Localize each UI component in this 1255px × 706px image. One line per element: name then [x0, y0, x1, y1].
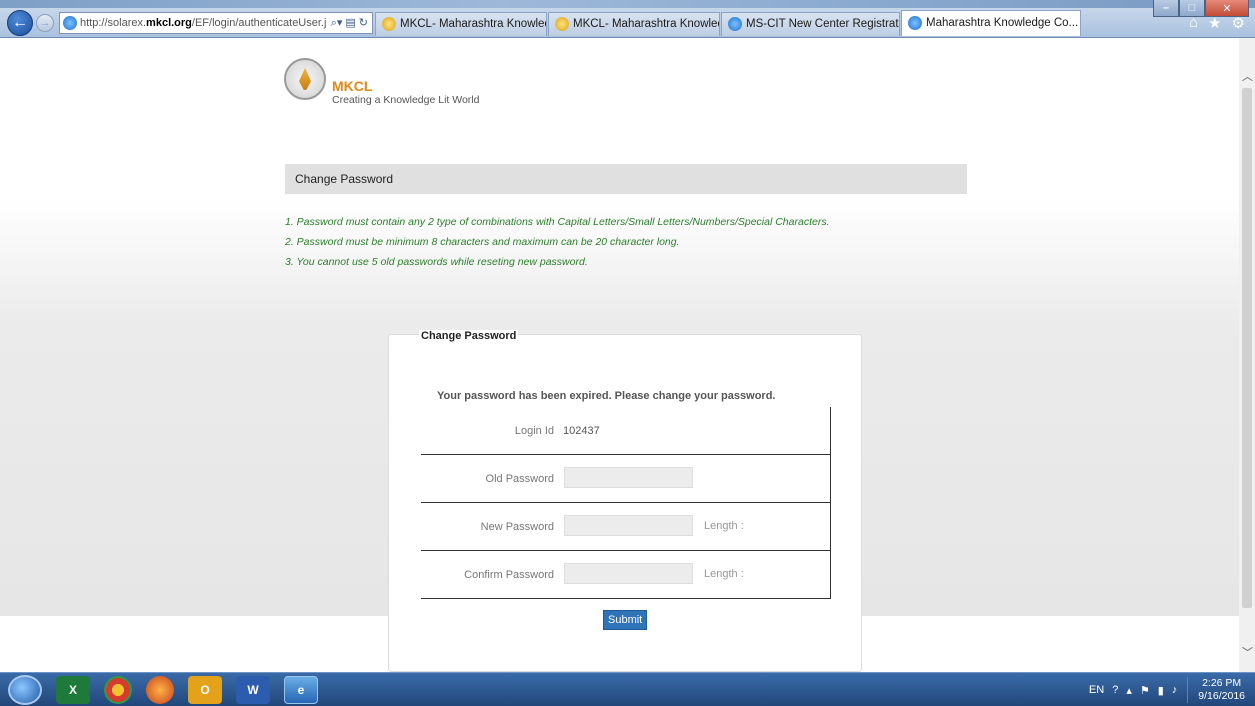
submit-button[interactable]: Submit	[603, 610, 648, 630]
compatibility-icon[interactable]: ▤	[345, 16, 355, 30]
change-password-panel: Change Password Your password has been e…	[388, 330, 862, 672]
search-icon[interactable]: ⌕▾	[331, 16, 343, 30]
new-password-label: New Password	[480, 521, 554, 533]
tab-mkcl-1[interactable]: MKCL- Maharashtra Knowledg...	[375, 11, 547, 36]
system-tray: EN ? ▴ ⚑ ▮ ♪ 2:26 PM 9/16/2016	[1089, 673, 1255, 706]
section-title: Change Password	[295, 172, 394, 186]
start-button[interactable]	[8, 674, 42, 705]
login-id-label: Login Id	[514, 425, 554, 437]
tab-mscit-registration[interactable]: MS-CIT New Center Registration	[721, 11, 900, 36]
old-password-input[interactable]	[564, 467, 693, 488]
back-arrow-icon: ←	[12, 13, 28, 31]
ie-icon	[728, 17, 742, 31]
minimize-button[interactable]: –	[1153, 0, 1179, 17]
rule-item: 2. Password must be minimum 8 characters…	[285, 236, 680, 248]
page-viewport: MKCL Creating a Knowledge Lit World Chan…	[0, 38, 1239, 672]
ie-icon	[908, 16, 922, 30]
tab-strip: MKCL- Maharashtra Knowledg... MKCL- Maha…	[375, 9, 1082, 36]
forward-arrow-icon: →	[39, 16, 51, 29]
scroll-thumb[interactable]	[1242, 88, 1252, 608]
rule-item: 1. Password must contain any 2 type of c…	[285, 216, 830, 228]
rule-item: 3. You cannot use 5 old passwords while …	[285, 256, 588, 268]
volume-icon[interactable]: ♪	[1172, 684, 1178, 697]
internet-explorer-icon[interactable]: e	[284, 675, 318, 704]
mkcl-logo-icon	[284, 58, 326, 100]
url-text: http://solarex.mkcl.org/EF/login/authent…	[80, 16, 327, 29]
old-password-label: Old Password	[485, 473, 554, 485]
new-password-length: Length :	[704, 520, 744, 532]
mkcl-icon	[382, 17, 396, 31]
password-form: Login Id 102437 Old Password New Passwor…	[421, 407, 831, 599]
vertical-scrollbar[interactable]: ︿ ﹀	[1239, 38, 1255, 672]
word-icon[interactable]: W	[236, 675, 270, 704]
firefox-icon[interactable]	[146, 675, 174, 704]
tab-mkcl-2[interactable]: MKCL- Maharashtra Knowledg...	[548, 11, 720, 36]
back-button[interactable]: ←	[7, 9, 33, 36]
outlook-icon[interactable]: O	[188, 675, 222, 704]
logo-subtitle: Creating a Knowledge Lit World	[332, 94, 480, 106]
browser-toolbar: ← → http://solarex.mkcl.org/EF/login/aut…	[0, 8, 1255, 38]
scroll-down-icon[interactable]: ﹀	[1242, 644, 1253, 660]
flag-icon[interactable]: ⚑	[1140, 684, 1150, 697]
mkcl-icon	[555, 17, 569, 31]
windows-taskbar: X O W e EN ? ▴ ⚑ ▮ ♪ 2:26 PM 9/16/2016	[0, 672, 1255, 706]
forward-button[interactable]: →	[36, 13, 54, 32]
close-window-button[interactable]: ✕	[1205, 0, 1249, 17]
password-rules-list: 1. Password must contain any 2 type of c…	[285, 216, 830, 276]
network-signal-icon[interactable]: ▮	[1158, 684, 1164, 697]
new-password-input[interactable]	[564, 515, 693, 536]
confirm-password-input[interactable]	[564, 563, 693, 584]
tab-maharashtra-knowledge[interactable]: Maharashtra Knowledge Co...✕	[901, 9, 1081, 36]
chrome-icon[interactable]	[104, 675, 132, 704]
logo-title: MKCL	[332, 78, 373, 94]
expired-message: Your password has been expired. Please c…	[437, 390, 776, 402]
show-hidden-icons[interactable]: ▴	[1126, 684, 1132, 697]
confirm-password-label: Confirm Password	[464, 569, 554, 581]
refresh-icon[interactable]: ↻	[359, 16, 368, 30]
new-password-row: New Password Length :	[421, 503, 830, 551]
confirm-password-row: Confirm Password Length :	[421, 551, 830, 599]
clock[interactable]: 2:26 PM 9/16/2016	[1187, 677, 1255, 703]
help-icon[interactable]: ?	[1112, 684, 1118, 697]
login-id-value: 102437	[563, 425, 600, 437]
panel-legend: Change Password	[419, 330, 519, 342]
scroll-up-icon[interactable]: ︿	[1242, 68, 1253, 84]
confirm-password-length: Length :	[704, 568, 744, 580]
old-password-row: Old Password	[421, 455, 830, 503]
maximize-button[interactable]: □	[1179, 0, 1205, 17]
login-id-row: Login Id 102437	[421, 407, 830, 455]
window-controls: – □ ✕	[1153, 0, 1249, 18]
excel-icon[interactable]: X	[56, 675, 90, 704]
clock-date: 9/16/2016	[1198, 690, 1245, 702]
language-indicator[interactable]: EN	[1089, 684, 1104, 697]
section-title-bar: Change Password	[285, 164, 967, 194]
address-bar[interactable]: http://solarex.mkcl.org/EF/login/authent…	[59, 11, 373, 34]
site-icon	[63, 15, 77, 30]
clock-time: 2:26 PM	[1202, 677, 1242, 689]
